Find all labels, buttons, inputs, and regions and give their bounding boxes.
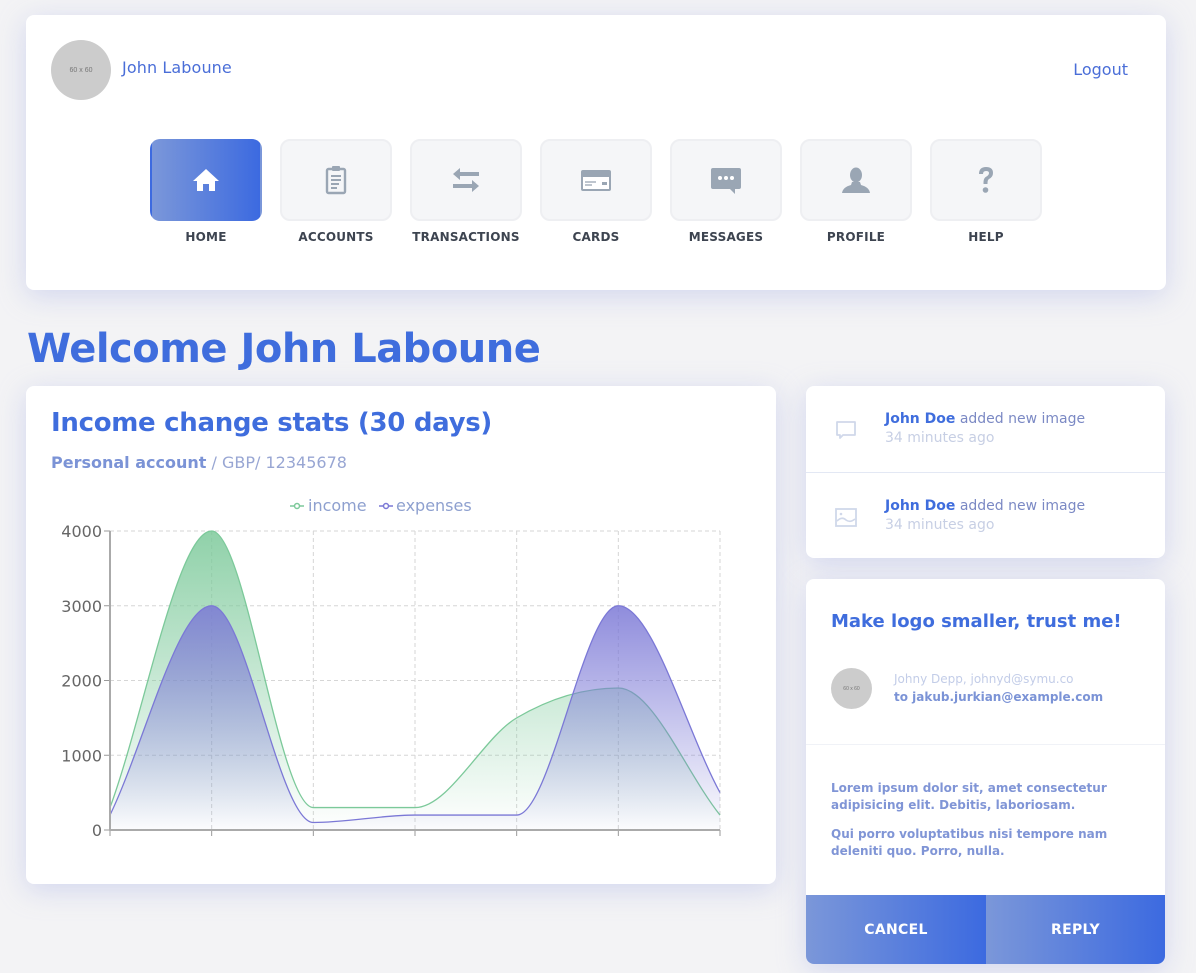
avatar-placeholder-text: 60 x 60 — [69, 66, 93, 74]
account-label: Personal account — [51, 453, 207, 472]
nav-tile[interactable] — [540, 139, 652, 221]
user-name[interactable]: John Laboune — [122, 58, 232, 77]
nav-item-accounts[interactable]: ACCOUNTS — [280, 139, 392, 244]
avatar-placeholder-text: 60 x 60 — [843, 685, 860, 692]
account-details: / GBP/ 12345678 — [206, 453, 347, 472]
image-icon — [835, 508, 857, 527]
activity-text: John Doe added new image 34 minutes ago — [885, 410, 1085, 448]
activity-item[interactable]: John Doe added new image 34 minutes ago — [806, 386, 1165, 472]
nav-label: PROFILE — [826, 230, 886, 244]
welcome-heading: Welcome John Laboune — [27, 326, 541, 372]
nav-tile[interactable] — [410, 139, 522, 221]
arrows-exchange-icon — [453, 168, 479, 192]
income-stats-card: Income change stats (30 days) Personal a… — [26, 386, 776, 884]
message-body-paragraph: Qui porro voluptatibus nisi tempore nam … — [831, 827, 1108, 858]
logout-link[interactable]: Logout — [1073, 60, 1128, 79]
nav-item-transactions[interactable]: TRANSACTIONS — [410, 139, 522, 244]
nav-label: TRANSACTIONS — [412, 230, 520, 244]
nav-tile[interactable] — [670, 139, 782, 221]
nav-item-home[interactable]: HOME — [150, 139, 262, 244]
activity-actor[interactable]: John Doe — [885, 411, 955, 427]
chat-bubble-icon — [711, 168, 741, 194]
nav-tile[interactable] — [150, 139, 262, 221]
nav-item-profile[interactable]: PROFILE — [800, 139, 912, 244]
nav-label: HOME — [185, 230, 227, 244]
credit-card-icon — [581, 170, 611, 191]
nav-item-messages[interactable]: MESSAGES — [670, 139, 782, 244]
message-subject: Make logo smaller, trust me! — [831, 611, 1122, 632]
legend-expenses-label: expenses — [396, 496, 472, 515]
home-icon — [193, 169, 219, 191]
legend-income[interactable]: income — [290, 496, 367, 515]
nav-tile[interactable] — [800, 139, 912, 221]
activity-action: added new image — [955, 498, 1086, 514]
message-body-paragraph: Lorem ipsum dolor sit, amet consectetur … — [831, 781, 1107, 812]
y-tick-label: 2000 — [61, 672, 102, 691]
y-tick-label: 0 — [92, 821, 102, 840]
activity-actor[interactable]: John Doe — [885, 498, 955, 514]
comment-icon — [836, 421, 856, 439]
question-icon — [979, 167, 993, 193]
nav-label: ACCOUNTS — [298, 230, 374, 244]
user-avatar[interactable]: 60 x 60 — [51, 40, 111, 100]
sender-avatar: 60 x 60 — [831, 668, 872, 709]
chart-title: Income change stats (30 days) — [51, 408, 492, 438]
reply-button[interactable]: REPLY — [986, 895, 1165, 964]
legend-income-label: income — [308, 496, 367, 515]
message-recipient: to jakub.jurkian@example.com — [894, 690, 1104, 704]
y-tick-label: 4000 — [61, 522, 102, 541]
activity-item[interactable]: John Doe added new image 34 minutes ago — [806, 472, 1165, 558]
nav-label: HELP — [968, 230, 1004, 244]
nav-label: MESSAGES — [688, 230, 764, 244]
header-card: 60 x 60 John Laboune Logout HOME ACCOUNT… — [26, 15, 1166, 290]
main-nav: HOME ACCOUNTS TRANSACTIONS CARDS MESSAGE… — [150, 139, 1042, 244]
income-chart: 0 1000 2000 3000 4000 income expenses — [61, 496, 721, 840]
divider — [806, 744, 1165, 745]
nav-tile[interactable] — [280, 139, 392, 221]
nav-label: CARDS — [572, 230, 620, 244]
cancel-button[interactable]: CANCEL — [806, 895, 986, 964]
legend-expenses[interactable]: expenses — [379, 496, 472, 515]
nav-tile[interactable] — [930, 139, 1042, 221]
legend-income-marker — [293, 502, 301, 510]
user-icon — [842, 167, 870, 193]
nav-item-help[interactable]: HELP — [930, 139, 1042, 244]
y-tick-label: 1000 — [61, 746, 102, 765]
activity-feed-card: John Doe added new image 34 minutes ago … — [806, 386, 1165, 558]
activity-action: added new image — [955, 411, 1086, 427]
nav-item-cards[interactable]: CARDS — [540, 139, 652, 244]
clipboard-icon — [325, 166, 347, 195]
message-card: Make logo smaller, trust me! 60 x 60 Joh… — [806, 579, 1165, 964]
y-tick-label: 3000 — [61, 597, 102, 616]
account-info: Personal account / GBP/ 12345678 — [51, 453, 347, 472]
activity-text: John Doe added new image 34 minutes ago — [885, 497, 1085, 535]
activity-time: 34 minutes ago — [885, 517, 995, 533]
legend-expenses-marker — [382, 502, 390, 510]
activity-time: 34 minutes ago — [885, 430, 995, 446]
message-sender: Johny Depp, johnyd@symu.co — [894, 672, 1074, 686]
